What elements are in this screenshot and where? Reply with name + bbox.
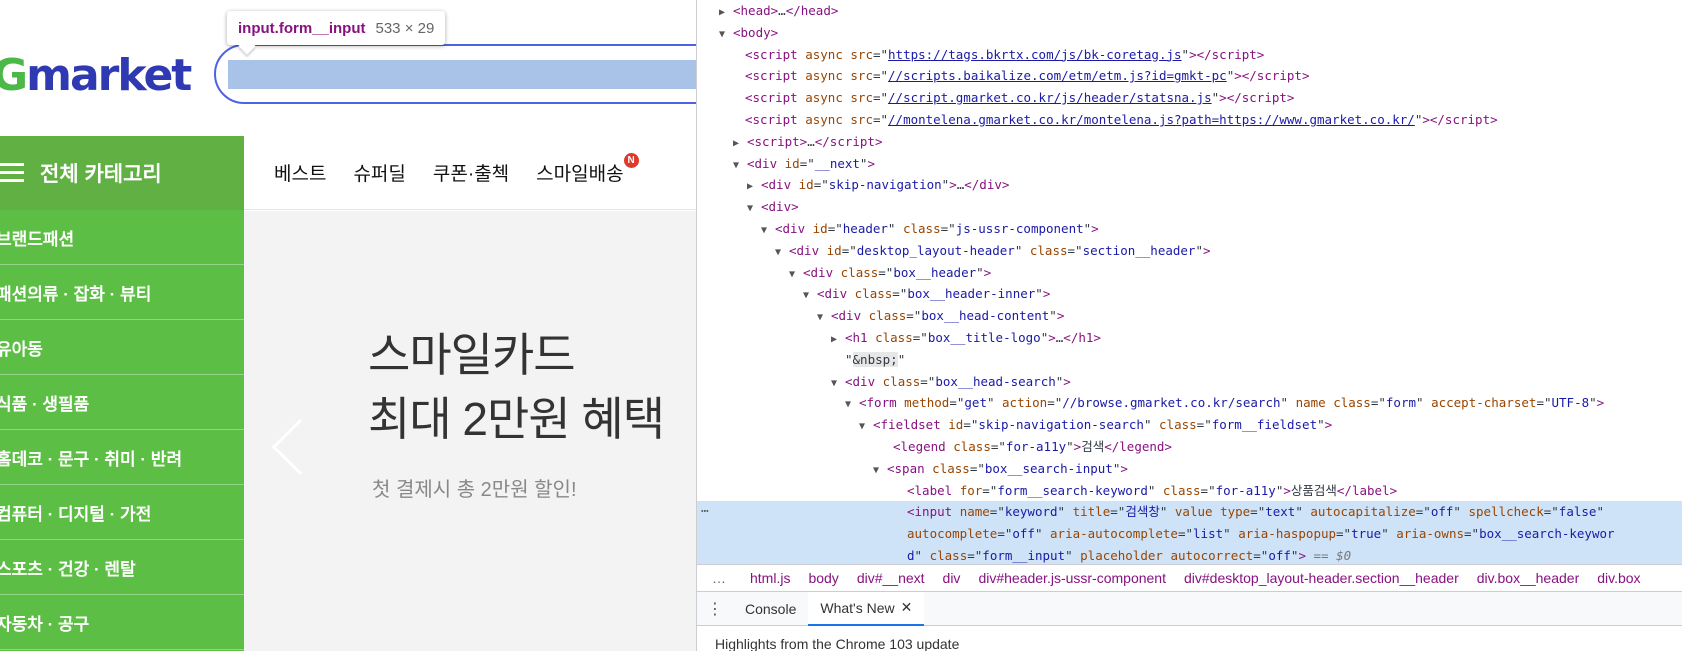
gmarket-logo[interactable]: Gmarket [0,46,192,106]
tooltip-size: 533 × 29 [375,19,435,37]
banner-subtitle: 첫 결제시 총 2만원 할인! [372,479,577,501]
dom-node[interactable]: ▼ <div id="__next"> [697,153,1682,175]
tooltip-selector: input.form__input [238,19,366,37]
dom-node[interactable]: ▼ <span class="box__search-input"> [697,458,1682,480]
category-item[interactable]: 컴퓨터 · 디지털 · 가전 [0,485,244,540]
dom-node[interactable]: ▶ <div id="skip-navigation">…</div> [697,174,1682,196]
search-input[interactable] [228,60,696,89]
dom-node[interactable]: ▼ <div id="desktop_layout-header" class="… [697,240,1682,262]
dom-node[interactable]: <script async src="//montelena.gmarket.c… [697,109,1682,131]
breadcrumb-item[interactable]: body [799,570,847,586]
dom-node[interactable]: <script async src="https://tags.bkrtx.co… [697,44,1682,66]
nav-superdeal[interactable]: 슈퍼딜 [353,159,405,186]
dom-node[interactable]: <script async src="//script.gmarket.co.k… [697,87,1682,109]
dom-node-selected[interactable]: autocomplete="off" aria-autocomplete="li… [697,523,1682,545]
dom-node[interactable]: ▶ <script>…</script> [697,131,1682,153]
category-item[interactable]: 자동차 · 공구 [0,595,244,650]
tab-whats-new[interactable]: What's New ✕ [808,591,925,626]
element-inspect-tooltip: input.form__input 533 × 29 [227,11,446,45]
breadcrumb-item[interactable]: div [934,570,970,586]
breadcrumb-item[interactable]: html.js [741,570,799,586]
new-badge: N [623,153,639,168]
nav-coupon[interactable]: 쿠폰·출첵 [433,159,509,186]
dom-node[interactable]: ▼ <div id="header" class="js-ussr-compone… [697,218,1682,240]
category-item[interactable]: 브랜드패션 [0,210,244,265]
drawer-tabbar: ⋮ Console What's New ✕ [697,591,1682,626]
whats-new-heading: Highlights from the Chrome 103 update [715,636,960,651]
dom-node[interactable]: ▶ <head>…</head> [697,0,1682,22]
category-item[interactable]: 유아동 [0,320,244,375]
chevron-left-icon[interactable] [271,418,329,476]
webpage-viewport: Gmarket input.form__input 533 × 29 전체 카테… [0,0,696,651]
all-category-button[interactable]: 전체 카테고리 [0,136,244,210]
dom-node[interactable]: <script async src="//scripts.baikalize.c… [697,65,1682,87]
global-nav: 베스트 슈퍼딜 쿠폰·출첵 스마일배송 N [244,136,696,210]
hamburger-icon [0,163,24,183]
close-icon[interactable]: ✕ [901,599,913,616]
dom-node[interactable]: ▼ <div class="box__head-search"> [697,371,1682,393]
breadcrumb-item[interactable]: div#header.js-ussr-component [969,570,1175,586]
breadcrumb-item[interactable]: div#__next [848,570,934,586]
breadcrumb: … html.js body div#__next div div#header… [697,564,1682,592]
dom-node-selected[interactable]: d" class="form__input" placeholder autoc… [697,544,1682,564]
dom-node[interactable]: <legend class="for-a11y">검색</legend> [697,436,1682,458]
breadcrumb-item[interactable]: div#desktop_layout-header.section__heade… [1175,570,1468,586]
category-item[interactable]: 스포츠 · 건강 · 렌탈 [0,540,244,595]
devtools-panel: ▶ <head>…</head> ▼ <body> <script async sr… [696,0,1682,651]
elements-tree[interactable]: ▶ <head>…</head> ▼ <body> <script async sr… [697,0,1682,564]
more-icon[interactable]: … [697,570,741,586]
category-item[interactable]: 식품 · 생필품 [0,375,244,430]
tab-console[interactable]: Console [733,592,808,626]
search-box [214,44,696,104]
dom-node[interactable]: ▼ <div class="box__header-inner"> [697,283,1682,305]
dom-node[interactable]: ▼ <div class="box__header"> [697,262,1682,284]
breadcrumb-item[interactable]: div.box__header [1468,570,1588,586]
dom-node-selected[interactable]: ⋯ <input name="keyword" title="검색창" value… [697,501,1682,524]
dom-node[interactable]: "&nbsp;" [697,349,1682,371]
dom-node[interactable]: ▼ <body> [697,22,1682,44]
dom-node[interactable]: ▶ <h1 class="box__title-logo">…</h1> [697,327,1682,349]
category-item[interactable]: 홈데코 · 문구 · 취미 · 반려 [0,430,244,485]
dom-node[interactable]: <label for="form__search-keyword" class=… [697,480,1682,502]
nav-best[interactable]: 베스트 [274,159,326,186]
dom-node[interactable]: ▼ <fieldset id="skip-navigation-search" c… [697,414,1682,436]
dom-node[interactable]: ▼ <div class="box__head-content"> [697,305,1682,327]
dom-node[interactable]: ▼ <div> [697,196,1682,218]
dom-node[interactable]: ▼ <form method="get" action="//browse.gma… [697,392,1682,414]
all-category-title: 전체 카테고리 [40,163,162,186]
nav-smile-delivery[interactable]: 스마일배송 N [536,153,639,186]
more-icon[interactable]: ⋯ [701,501,709,523]
kebab-menu-icon[interactable]: ⋮ [697,599,733,619]
category-item[interactable]: 패션의류 · 잡화 · 뷰티 [0,265,244,320]
category-list: 브랜드패션 패션의류 · 잡화 · 뷰티 유아동 식품 · 생필품 홈데코 · … [0,210,244,651]
breadcrumb-item[interactable]: div.box [1588,570,1649,586]
banner-title: 스마일카드 최대 2만원 혜택 [368,329,665,445]
main-banner[interactable]: 스마일카드 최대 2만원 혜택 첫 결제시 총 2만원 할인! [244,211,696,651]
